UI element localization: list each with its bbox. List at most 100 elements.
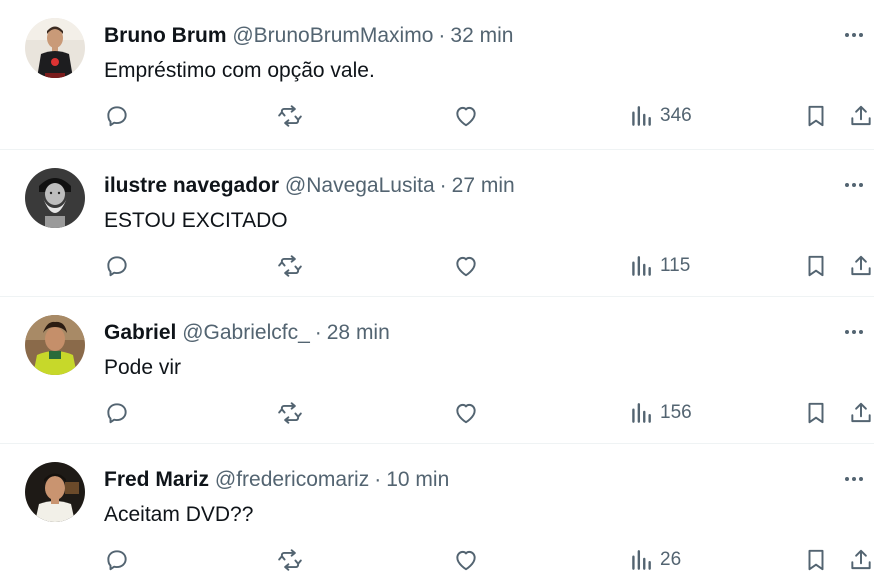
bookmark-icon (808, 105, 824, 127)
tweet-text: Aceitam DVD?? (104, 503, 254, 526)
reply-icon (107, 550, 127, 571)
tweet-text: Pode vir (104, 356, 182, 379)
share-icon (851, 402, 871, 423)
like-button[interactable] (453, 542, 479, 578)
views-count: 115 (660, 255, 691, 276)
reply-icon (107, 256, 127, 277)
bookmark-button[interactable] (803, 248, 829, 284)
more-button[interactable] (836, 464, 872, 494)
bookmark-icon (808, 549, 824, 571)
author-name[interactable]: Bruno Brum (104, 24, 227, 47)
person-dark-shirt-avatar (25, 18, 85, 78)
author-handle[interactable]: @fredericomariz (215, 468, 369, 491)
share-icon (851, 549, 871, 570)
retweet-icon (278, 105, 302, 127)
bookmark-icon (808, 255, 824, 277)
share-button[interactable] (848, 542, 874, 578)
share-icon (851, 255, 871, 276)
like-button[interactable] (453, 98, 479, 134)
share-button[interactable] (848, 248, 874, 284)
author-name[interactable]: Gabriel (104, 321, 176, 344)
more-horizontal-icon (845, 183, 863, 187)
heart-icon (456, 256, 476, 277)
views-count: 156 (660, 402, 692, 423)
avatar[interactable] (25, 168, 85, 228)
heart-icon (456, 403, 476, 424)
reply-button[interactable] (104, 98, 130, 134)
share-icon (851, 105, 871, 126)
separator-dot: · (314, 321, 322, 344)
more-button[interactable] (836, 20, 872, 50)
tweet-header: ilustre navegador @NavegaLusita · 27 min (104, 173, 515, 199)
tweet-header: Bruno Brum @BrunoBrumMaximo · 32 min (104, 23, 513, 49)
retweet-button[interactable] (277, 395, 303, 431)
tweet-feed: Bruno Brum @BrunoBrumMaximo · 32 min Empré… (0, 0, 874, 584)
separator-dot: · (438, 24, 446, 47)
views-button[interactable]: 346 (628, 98, 692, 134)
views-button[interactable]: 26 (628, 542, 681, 578)
author-handle[interactable]: @Gabrielcfc_ (182, 321, 310, 344)
author-name[interactable]: Fred Mariz (104, 468, 209, 491)
separator-dot: · (439, 174, 447, 197)
tweet[interactable]: Bruno Brum @BrunoBrumMaximo · 32 min Empré… (0, 0, 874, 150)
like-button[interactable] (453, 248, 479, 284)
heart-icon (456, 550, 476, 571)
timestamp[interactable]: 10 min (386, 468, 449, 491)
heart-icon (456, 106, 476, 127)
views-count: 26 (660, 549, 682, 570)
retweet-icon (278, 255, 302, 277)
tweet[interactable]: Gabriel @Gabrielcfc_ · 28 min Pode vir 156 (0, 297, 874, 444)
tweet-header: Gabriel @Gabrielcfc_ · 28 min (104, 320, 390, 346)
author-name[interactable]: ilustre navegador (104, 174, 279, 197)
author-handle[interactable]: @BrunoBrumMaximo (232, 24, 433, 47)
avatar[interactable] (25, 462, 85, 522)
like-button[interactable] (453, 395, 479, 431)
more-horizontal-icon (845, 477, 863, 481)
tweet-text: ESTOU EXCITADO (104, 209, 288, 232)
timestamp[interactable]: 28 min (327, 321, 390, 344)
more-button[interactable] (836, 170, 872, 200)
share-button[interactable] (848, 98, 874, 134)
action-bar: 26 (0, 542, 874, 578)
views-button[interactable]: 156 (628, 395, 692, 431)
green-jersey-avatar (25, 315, 85, 375)
author-handle[interactable]: @NavegaLusita (285, 174, 435, 197)
reply-button[interactable] (104, 248, 130, 284)
bookmark-button[interactable] (803, 542, 829, 578)
bar-chart-icon (632, 550, 651, 570)
tweet-text: Empréstimo com opção vale. (104, 59, 375, 82)
bearded-portrait-avatar (25, 168, 85, 228)
action-bar: 115 (0, 248, 874, 284)
timestamp[interactable]: 27 min (452, 174, 515, 197)
views-button[interactable]: 115 (628, 248, 690, 284)
bar-chart-icon (632, 256, 651, 276)
bookmark-button[interactable] (803, 98, 829, 134)
retweet-icon (278, 402, 302, 424)
retweet-icon (278, 549, 302, 571)
tweet[interactable]: Fred Mariz @fredericomariz · 10 min Aceita… (0, 444, 874, 584)
action-bar: 346 (0, 98, 874, 134)
timestamp[interactable]: 32 min (450, 24, 513, 47)
retweet-button[interactable] (277, 98, 303, 134)
retweet-button[interactable] (277, 248, 303, 284)
bar-chart-icon (632, 403, 651, 423)
more-horizontal-icon (845, 330, 863, 334)
views-count: 346 (660, 105, 692, 126)
more-horizontal-icon (845, 33, 863, 37)
man-dark-background-avatar (25, 462, 85, 522)
retweet-button[interactable] (277, 542, 303, 578)
separator-dot: · (374, 468, 382, 491)
share-button[interactable] (848, 395, 874, 431)
avatar[interactable] (25, 315, 85, 375)
bookmark-button[interactable] (803, 395, 829, 431)
bookmark-icon (808, 402, 824, 424)
tweet[interactable]: ilustre navegador @NavegaLusita · 27 min E… (0, 150, 874, 297)
reply-button[interactable] (104, 395, 130, 431)
reply-icon (107, 106, 127, 127)
tweet-header: Fred Mariz @fredericomariz · 10 min (104, 467, 449, 493)
action-bar: 156 (0, 395, 874, 431)
bar-chart-icon (632, 106, 651, 126)
reply-button[interactable] (104, 542, 130, 578)
avatar[interactable] (25, 18, 85, 78)
more-button[interactable] (836, 317, 872, 347)
